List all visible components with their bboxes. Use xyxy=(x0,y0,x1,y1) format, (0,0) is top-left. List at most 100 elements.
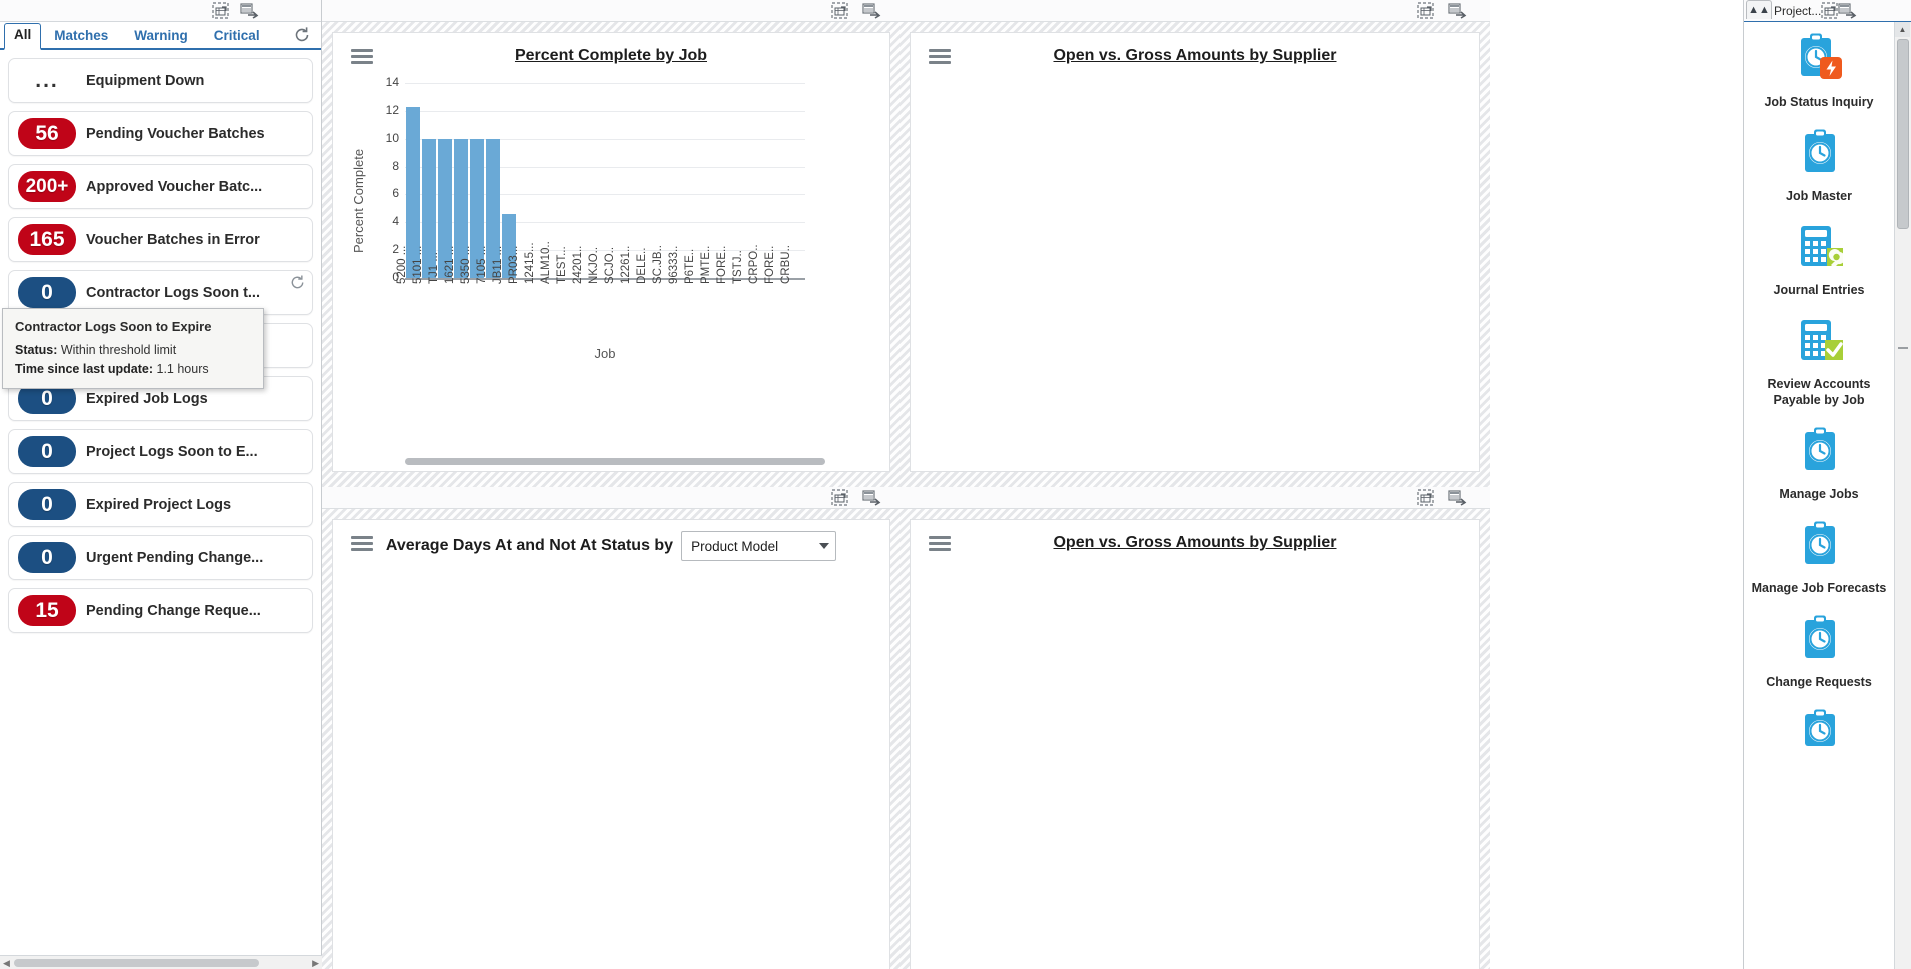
scrollbar-thumb[interactable] xyxy=(14,959,259,967)
tab-matches[interactable]: Matches xyxy=(41,24,121,48)
tooltip-time-value: 1.1 hours xyxy=(156,362,209,376)
chart-average-days-at-status xyxy=(333,561,889,901)
task-item-change-requests[interactable]: Change Requests xyxy=(1744,612,1894,690)
task-panel: ▲▲ Project... Job Status Inquiry Job Mas… xyxy=(1743,0,1911,969)
export-icon[interactable] xyxy=(1838,2,1857,19)
x-axis-tick-label: 1621 ... xyxy=(444,245,456,284)
export-icon[interactable] xyxy=(862,2,881,19)
x-axis-tick-label: 12415... xyxy=(524,242,536,284)
list-item[interactable]: 0 Urgent Pending Change... xyxy=(8,535,313,580)
tooltip-status-label: Status: xyxy=(15,343,58,357)
list-item[interactable]: 165 Voucher Batches in Error xyxy=(8,217,313,262)
list-item-label: Approved Voucher Batc... xyxy=(86,178,263,195)
clipboard-clock-icon xyxy=(1791,424,1847,479)
x-axis-tick-label: FORE.. xyxy=(764,245,776,284)
export-icon[interactable] xyxy=(1448,2,1467,19)
tooltip-status-value: Within threshold limit xyxy=(60,343,177,357)
list-item[interactable]: 0 Project Logs Soon to E... xyxy=(8,429,313,474)
panel-body: Open vs. Gross Amounts by Supplier xyxy=(900,509,1490,969)
task-item-partial[interactable] xyxy=(1744,706,1894,749)
x-axis-tick-label: TJ1 ... xyxy=(428,252,440,284)
chart-card-average-days: Average Days At and Not At Status by Pro… xyxy=(332,519,890,969)
calculator-icon xyxy=(1791,220,1847,275)
status-badge: 0 xyxy=(18,277,76,308)
scroll-right-arrow-icon[interactable]: ▶ xyxy=(312,958,319,969)
list-item-label: Expired Job Logs xyxy=(86,390,208,407)
x-axis-tick-label: PR03... xyxy=(508,245,520,284)
task-item-manage-job-forecasts[interactable]: Manage Job Forecasts xyxy=(1744,518,1894,596)
refresh-icon[interactable] xyxy=(289,274,306,291)
tab-warning[interactable]: Warning xyxy=(121,24,201,48)
y-axis-tick-label: 8 xyxy=(392,158,399,173)
watchlist-items: ... Equipment Down 56 Pending Voucher Ba… xyxy=(0,50,321,969)
expand-grid-icon[interactable] xyxy=(212,2,229,19)
y-axis-tick-label: 6 xyxy=(392,186,399,201)
chevron-up-icon[interactable]: ▲▲ xyxy=(1746,0,1772,19)
watchlist-horizontal-scrollbar[interactable]: ◀ ▶ xyxy=(0,955,322,969)
watchlist-panel: All Matches Warning Critical ... Equipme… xyxy=(0,0,322,969)
chart-horizontal-scrollbar[interactable] xyxy=(405,458,825,465)
task-panel-scrollbar[interactable]: ▲ xyxy=(1894,22,1911,969)
watchlist-tooltip: Contractor Logs Soon to Expire Status: W… xyxy=(2,308,264,389)
x-axis-tick-label: TEST... xyxy=(556,246,568,284)
tab-critical[interactable]: Critical xyxy=(201,24,273,48)
task-item-review-accounts-payable-by-job[interactable]: Review Accounts Payable by Job xyxy=(1744,314,1894,408)
panel-body: Percent Complete by Job 14 12 10 8 6 4 2 0 Perce… xyxy=(322,22,900,487)
list-item[interactable]: 200+ Approved Voucher Batc... xyxy=(8,164,313,209)
x-axis-tick-label: 7105 ... xyxy=(476,245,488,284)
task-list: Job Status Inquiry Job Master Journal En… xyxy=(1744,22,1894,969)
panel-open-vs-gross-bottom: Open vs. Gross Amounts by Supplier xyxy=(900,487,1490,969)
x-axis-tick-label: CRPO.. xyxy=(748,244,760,284)
x-axis-tick-label: ALM10.. xyxy=(540,241,552,284)
export-icon[interactable] xyxy=(240,2,259,19)
tab-all[interactable]: All xyxy=(4,23,42,50)
task-item-label: Manage Job Forecasts xyxy=(1751,581,1887,595)
list-item[interactable]: 56 Pending Voucher Batches xyxy=(8,111,313,156)
dashboard-row-1: Percent Complete by Job 14 12 10 8 6 4 2 0 Perce… xyxy=(322,0,1743,487)
expand-grid-icon[interactable] xyxy=(1417,489,1434,506)
list-item[interactable]: 0 Expired Project Logs xyxy=(8,482,313,527)
scroll-left-arrow-icon[interactable]: ◀ xyxy=(3,958,10,969)
chart-gridline xyxy=(405,83,805,84)
chart-open-vs-gross-supplier-bottom xyxy=(911,552,1479,897)
expand-grid-icon[interactable] xyxy=(1417,2,1434,19)
export-icon[interactable] xyxy=(862,489,881,506)
status-badge: 0 xyxy=(18,489,76,520)
expand-grid-icon[interactable] xyxy=(831,2,848,19)
x-axis-tick-label: 24201.. xyxy=(572,245,584,284)
clipboard-clock-icon xyxy=(1791,706,1847,749)
task-item-manage-jobs[interactable]: Manage Jobs xyxy=(1744,424,1894,502)
status-badge: 56 xyxy=(18,118,76,149)
dashboard-grid: Percent Complete by Job 14 12 10 8 6 4 2 0 Perce… xyxy=(322,0,1743,969)
task-item-job-status-inquiry[interactable]: Job Status Inquiry xyxy=(1744,32,1894,110)
y-axis-tick-label: 12 xyxy=(385,102,399,117)
task-item-label: Job Status Inquiry xyxy=(1764,95,1874,109)
y-axis-tick-label: 2 xyxy=(392,242,399,257)
scrollbar-thumb[interactable] xyxy=(1897,39,1909,229)
x-axis-tick-label: FORE.. xyxy=(716,245,728,284)
list-item[interactable]: 15 Pending Change Reque... xyxy=(8,588,313,633)
expand-grid-icon[interactable] xyxy=(1821,2,1838,19)
status-badge: 200+ xyxy=(18,171,76,202)
scroll-up-arrow-icon[interactable]: ▲ xyxy=(1895,22,1910,37)
x-axis-tick-label: JB11 ... xyxy=(492,245,504,284)
task-item-label: Manage Jobs xyxy=(1779,487,1859,501)
task-item-job-master[interactable]: Job Master xyxy=(1744,126,1894,204)
chart-title: Percent Complete by Job xyxy=(514,47,708,64)
task-item-journal-entries[interactable]: Journal Entries xyxy=(1744,220,1894,298)
chart-menu-icon[interactable] xyxy=(351,536,373,554)
task-panel-header: ▲▲ Project... xyxy=(1744,0,1911,22)
status-badge: 0 xyxy=(18,436,76,467)
list-item[interactable]: ... Equipment Down xyxy=(8,58,313,103)
panel-percent-complete: Percent Complete by Job 14 12 10 8 6 4 2 0 Perce… xyxy=(322,0,900,487)
x-axis-tick-label: SCJO.. xyxy=(604,246,616,284)
expand-grid-icon[interactable] xyxy=(831,489,848,506)
group-by-select[interactable]: Product Model xyxy=(681,531,837,561)
list-item-label: Pending Change Reque... xyxy=(86,602,261,619)
refresh-icon[interactable] xyxy=(293,26,311,44)
export-icon[interactable] xyxy=(1448,489,1467,506)
chart-title: Average Days At and Not At Status by xyxy=(385,537,674,554)
panel-open-vs-gross-top: Open vs. Gross Amounts by Supplier xyxy=(900,0,1490,487)
chevron-down-icon xyxy=(819,543,830,549)
status-badge: 15 xyxy=(18,595,76,626)
